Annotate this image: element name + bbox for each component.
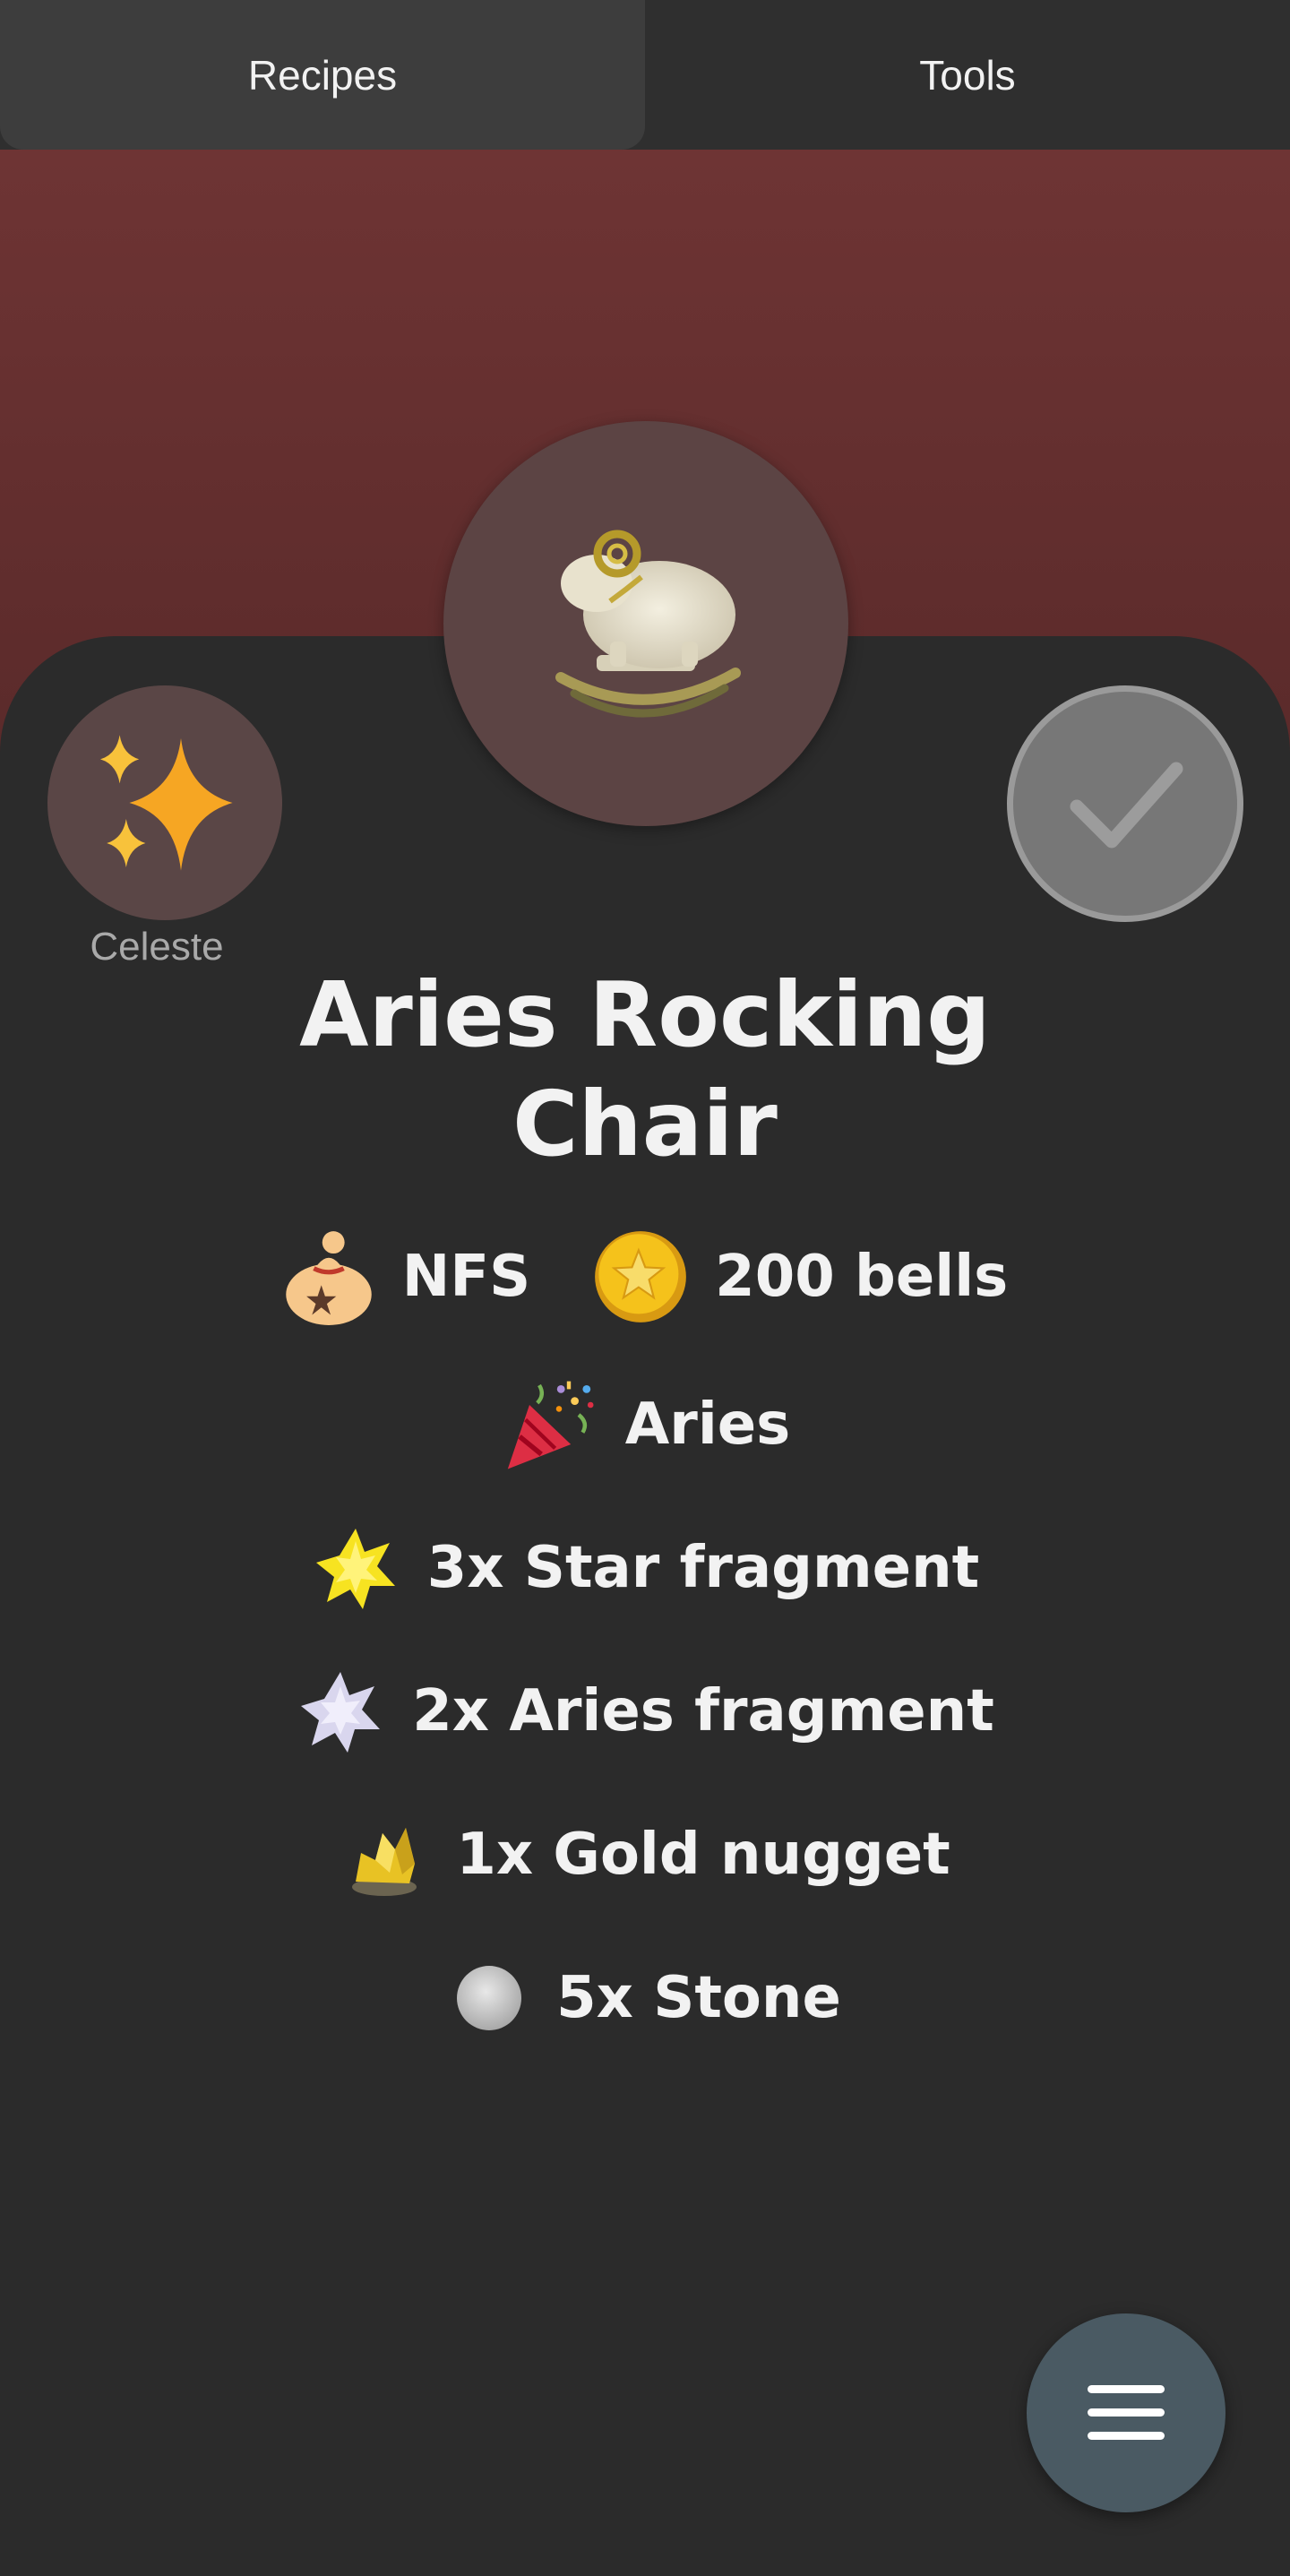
source-avatar[interactable] bbox=[47, 685, 282, 920]
star-fragment-icon bbox=[311, 1523, 400, 1613]
tab-bar: Recipes Tools bbox=[0, 0, 1290, 150]
hamburger-menu-icon bbox=[1088, 2385, 1165, 2440]
material-label: 2x Aries fragment bbox=[412, 1678, 994, 1745]
party-popper-icon bbox=[500, 1375, 598, 1474]
material-label: 1x Gold nugget bbox=[456, 1822, 950, 1888]
tab-recipes[interactable]: Recipes bbox=[0, 0, 645, 150]
money-bag-icon bbox=[282, 1228, 375, 1326]
sparkles-icon bbox=[100, 735, 233, 871]
tab-tools[interactable]: Tools bbox=[645, 0, 1290, 150]
item-title: Aries Rocking Chair bbox=[299, 962, 991, 1176]
price-row: NFS 200 bells bbox=[0, 1228, 1290, 1326]
material-label: 5x Stone bbox=[556, 1965, 841, 2031]
gold-nugget-icon bbox=[340, 1810, 429, 1900]
aries-fragment-icon bbox=[296, 1667, 385, 1756]
season-label: Aries bbox=[624, 1391, 791, 1458]
sell-label: NFS bbox=[401, 1244, 531, 1310]
material-row: 5x Stone bbox=[0, 1949, 1290, 2047]
aries-rocking-chair-icon bbox=[555, 530, 741, 718]
material-row: 1x Gold nugget bbox=[0, 1805, 1290, 1904]
material-row: 3x Star fragment bbox=[0, 1519, 1290, 1617]
checkmark-icon bbox=[1070, 762, 1183, 849]
menu-button[interactable] bbox=[1027, 2313, 1226, 2512]
stone-icon bbox=[449, 1958, 529, 2038]
material-row: 2x Aries fragment bbox=[0, 1662, 1290, 1761]
item-image bbox=[443, 421, 848, 826]
material-label: 3x Star fragment bbox=[426, 1535, 980, 1601]
season-row: Aries bbox=[0, 1375, 1290, 1474]
collected-toggle-button[interactable] bbox=[1007, 685, 1243, 922]
bell-coin-icon bbox=[593, 1229, 688, 1324]
price-label: 200 bells bbox=[715, 1244, 1009, 1310]
